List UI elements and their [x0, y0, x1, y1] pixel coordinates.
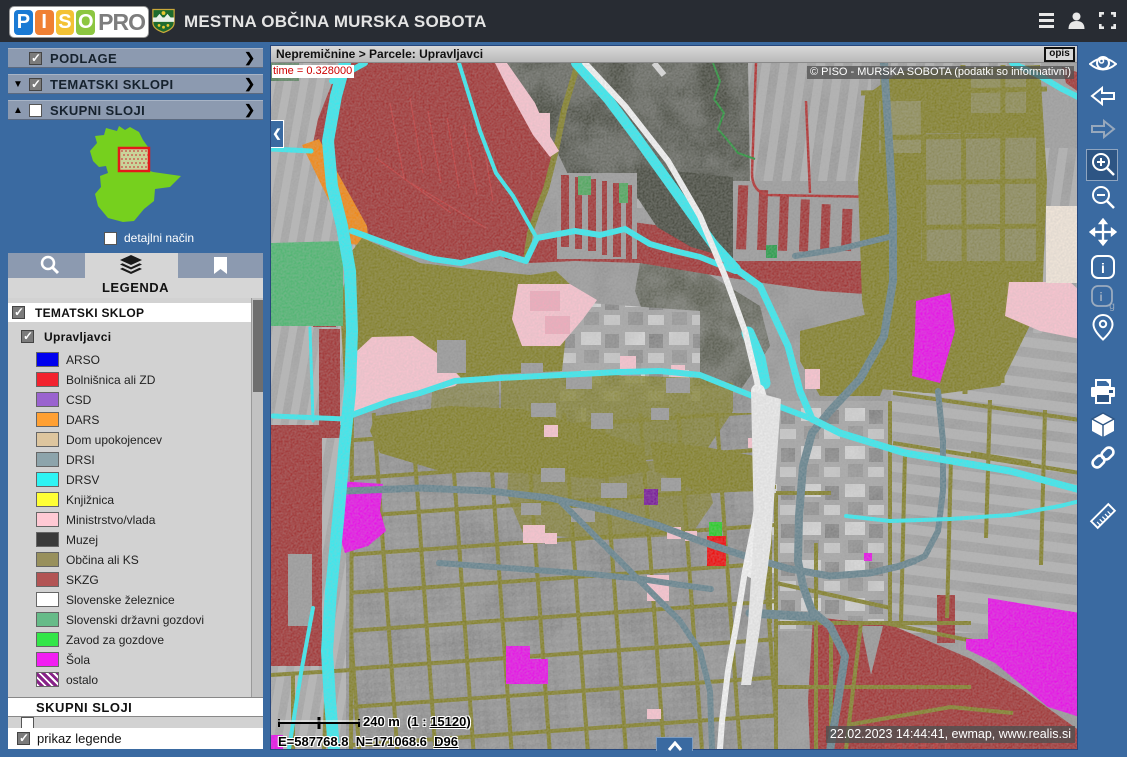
- svg-text:i: i: [1101, 260, 1105, 276]
- svg-text:g: g: [1109, 301, 1115, 311]
- svg-text:i: i: [1099, 290, 1102, 304]
